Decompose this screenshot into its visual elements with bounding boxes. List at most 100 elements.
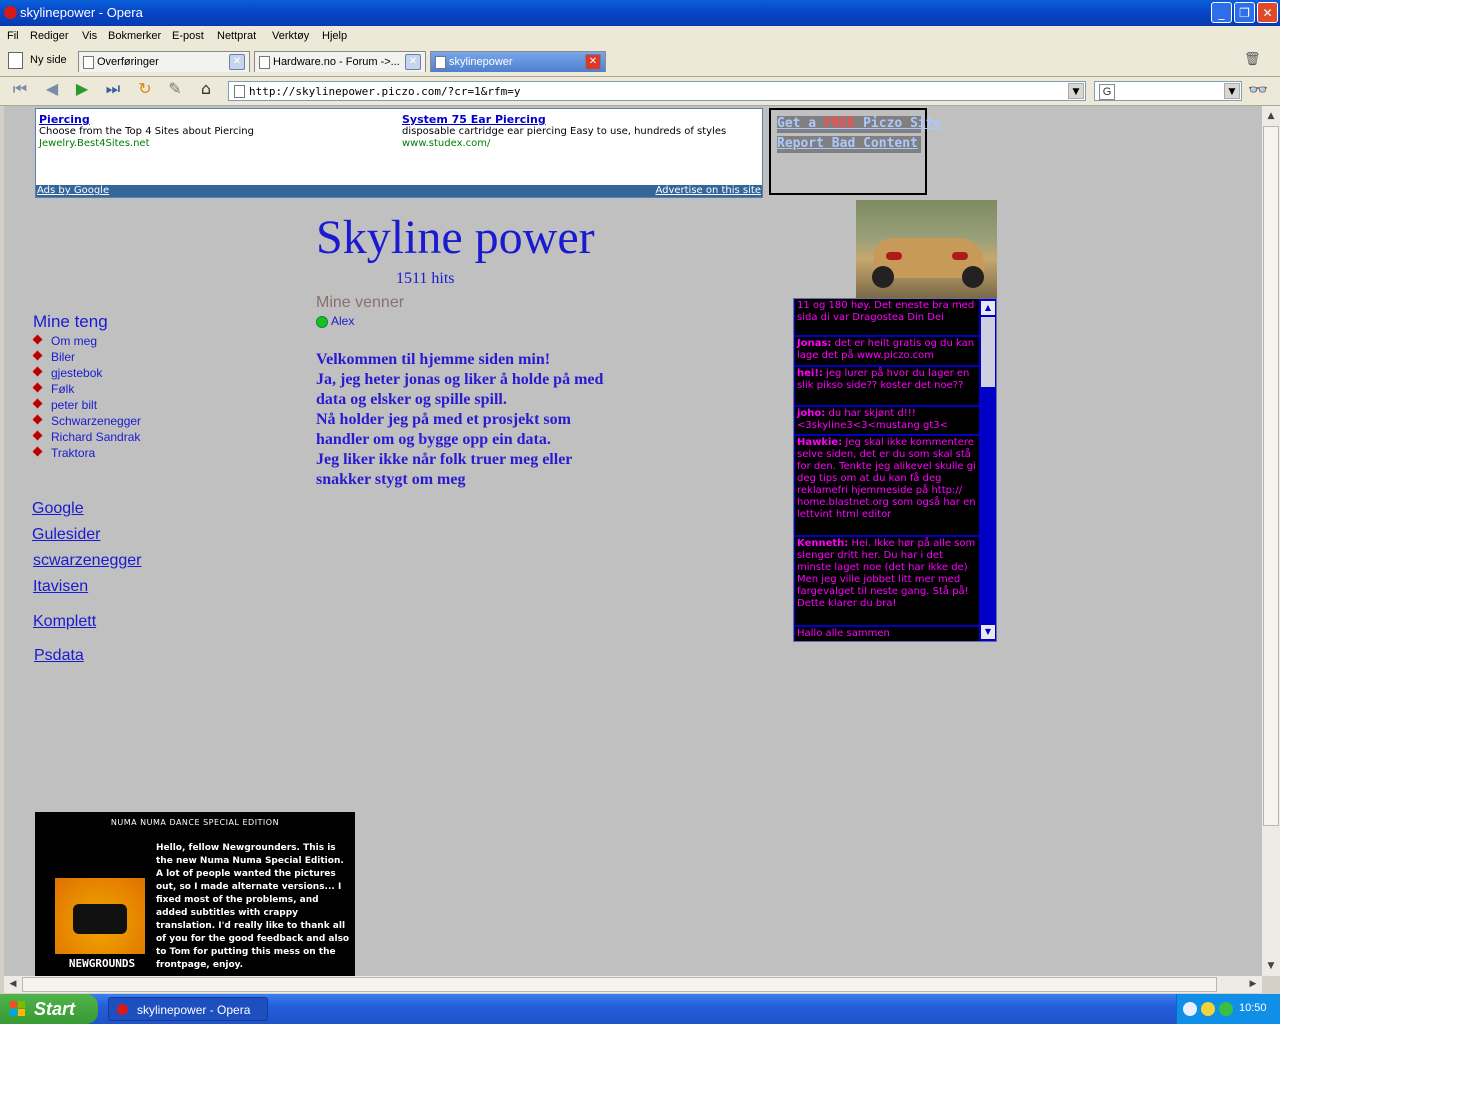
forward-icon[interactable]: ▶ [70,78,94,100]
close-button[interactable]: ✕ [1257,2,1278,23]
friends-heading: Mine venner [316,294,405,311]
opera-icon [117,1004,128,1015]
scroll-thumb[interactable] [1263,126,1279,826]
hit-counter: 1511 hits [396,270,455,287]
search-field[interactable]: G ▼ [1094,81,1242,101]
browser-window: skylinepower - Opera _ ❐ ✕ Fil Rediger V… [0,0,1280,1024]
diamond-bullet-icon [32,446,43,457]
network-icon[interactable] [1201,1002,1215,1016]
scroll-thumb[interactable] [981,317,995,387]
link-itavisen[interactable]: Itavisen [33,578,88,596]
link-google[interactable]: Google [32,500,84,518]
guestbook-entry: hei!: jeg lurer på hvor du lager en slik… [795,367,979,405]
scroll-down-icon[interactable]: ▼ [1263,958,1279,974]
newgrounds-text: Hello, fellow Newgrounders. This is the … [156,843,350,970]
menu-rediger[interactable]: Rediger [30,30,69,42]
tab-hardware[interactable]: Hardware.no - Forum ->... ✕ [254,51,426,72]
get-free-piczo-link[interactable]: Get a FREE Piczo Site [777,116,941,133]
newgrounds-header: NUMA NUMA DANCE SPECIAL EDITION [110,818,280,827]
guestbook-scrollbar[interactable]: ▲ ▼ [981,301,995,639]
ad-item[interactable]: System 75 Ear Piercing disposable cartri… [402,113,742,149]
menu-hjelp[interactable]: Hjelp [322,30,347,42]
guestbook-entry: joho: du har skjønt d!!! <3skyline3<3<mu… [795,407,979,434]
advertise-link[interactable]: Advertise on this site [655,185,761,196]
page-title: Skyline power [316,211,595,264]
safely-remove-icon[interactable] [1219,1002,1233,1016]
vertical-scrollbar[interactable]: ▲ ▼ [1262,106,1280,976]
chevron-down-icon[interactable]: ▼ [1068,83,1084,99]
piczo-box: Get a FREE Piczo Site Report Bad Content [769,108,941,195]
tab-overforinger[interactable]: Overføringer ✕ [78,51,250,72]
opera-icon [4,6,17,19]
guestbook-entry: Jonas: det er heilt gratis og du kan lag… [795,337,979,365]
link-komplett[interactable]: Komplett [33,613,96,631]
tab-skylinepower[interactable]: skylinepower ✕ [430,51,606,72]
close-tab-icon[interactable]: ✕ [405,54,421,70]
ads-by-google-link[interactable]: Ads by Google [37,185,109,196]
menu-bar: Fil Rediger Vis Bokmerker E-post Nettpra… [0,26,1280,46]
scroll-up-icon[interactable]: ▲ [981,301,995,315]
guestbook-entry: 11 og 180 høy. Det eneste bra med sida d… [795,299,979,335]
restore-button[interactable]: ❐ [1234,2,1255,23]
welcome-text: Velkommen til hjemme siden min! Ja, jeg … [316,351,604,488]
window-title: skylinepower - Opera [20,5,143,20]
page-viewport: Piercing Choose from the Top 4 Sites abo… [4,106,1262,976]
edit-icon[interactable]: ✎ [163,78,187,100]
page-icon [8,52,23,69]
scroll-down-icon[interactable]: ▼ [981,625,995,639]
diamond-bullet-icon [32,382,43,393]
scroll-right-icon[interactable]: ▶ [1245,976,1261,992]
system-tray: 10:50 [1176,994,1280,1024]
page-icon [234,85,245,98]
back-icon[interactable]: ◀ [40,78,64,100]
link-scwarzenegger[interactable]: scwarzenegger [33,552,142,570]
trash-icon[interactable]: 🗑 [1244,52,1261,68]
guestbook-entry: Kenneth: Hei. Ikke hør på alle som sleng… [795,537,979,625]
tank-icon [73,904,127,934]
menu-nettprat[interactable]: Nettprat [217,30,256,42]
online-status-icon [316,316,328,328]
ads-footer: Ads by Google Advertise on this site [36,185,762,197]
transfers-icon [83,56,94,69]
link-psdata[interactable]: Psdata [34,647,84,665]
close-tab-icon[interactable]: ✕ [585,54,601,70]
close-tab-icon[interactable]: ✕ [229,54,245,70]
home-icon[interactable]: ⌂ [194,78,218,100]
horizontal-scrollbar[interactable]: ◀ ▶ [4,976,1262,993]
taskbar: Start skylinepower - Opera 10:50 [0,994,1280,1024]
guestbook-entry: Hawkie: Jeg skal ikke kommentere selve s… [795,436,979,535]
minimize-button[interactable]: _ [1211,2,1232,23]
diamond-bullet-icon [32,398,43,409]
diamond-bullet-icon [32,430,43,441]
guestbook-entry: Hallo alle sammen [795,627,979,641]
newgrounds-banner[interactable]: NUMA NUMA DANCE SPECIAL EDITION Hello, f… [35,812,355,976]
menu-fil[interactable]: Fil [7,30,19,42]
diamond-bullet-icon [32,366,43,377]
menu-verktoy[interactable]: Verktøy [272,30,309,42]
start-button[interactable]: Start [0,994,98,1024]
guestbook-panel: 11 og 180 høy. Det eneste bra med sida d… [793,298,997,642]
google-icon: G [1099,84,1115,100]
link-gulesider[interactable]: Gulesider [32,526,100,544]
menu-bokmerker[interactable]: Bokmerker [108,30,161,42]
scroll-left-icon[interactable]: ◀ [5,976,21,992]
google-ads-block: Piercing Choose from the Top 4 Sites abo… [35,108,763,198]
rewind-icon[interactable]: ⏮ [8,78,32,100]
report-bad-content-link[interactable]: Report Bad Content [777,136,921,153]
scroll-thumb[interactable] [22,977,1217,992]
menu-epost[interactable]: E-post [172,30,204,42]
address-field[interactable]: http://skylinepower.piczo.com/?cr=1&rfm=… [228,81,1086,101]
address-url: http://skylinepower.piczo.com/?cr=1&rfm=… [249,85,521,98]
taskbar-item-opera[interactable]: skylinepower - Opera [108,997,268,1021]
diamond-bullet-icon [32,350,43,361]
ad-item[interactable]: Piercing Choose from the Top 4 Sites abo… [39,113,389,149]
sidebar-heading: Mine teng [33,312,108,331]
binoculars-icon[interactable]: 👓 [1248,80,1268,99]
scroll-up-icon[interactable]: ▲ [1263,108,1279,124]
reload-icon[interactable]: ↻ [133,78,157,100]
menu-vis[interactable]: Vis [82,30,97,42]
fast-forward-icon[interactable]: ⏭ [101,78,125,100]
chevron-down-icon[interactable]: ▼ [1224,83,1240,99]
diamond-bullet-icon [32,414,43,425]
chevron-left-icon[interactable] [1183,1002,1197,1016]
